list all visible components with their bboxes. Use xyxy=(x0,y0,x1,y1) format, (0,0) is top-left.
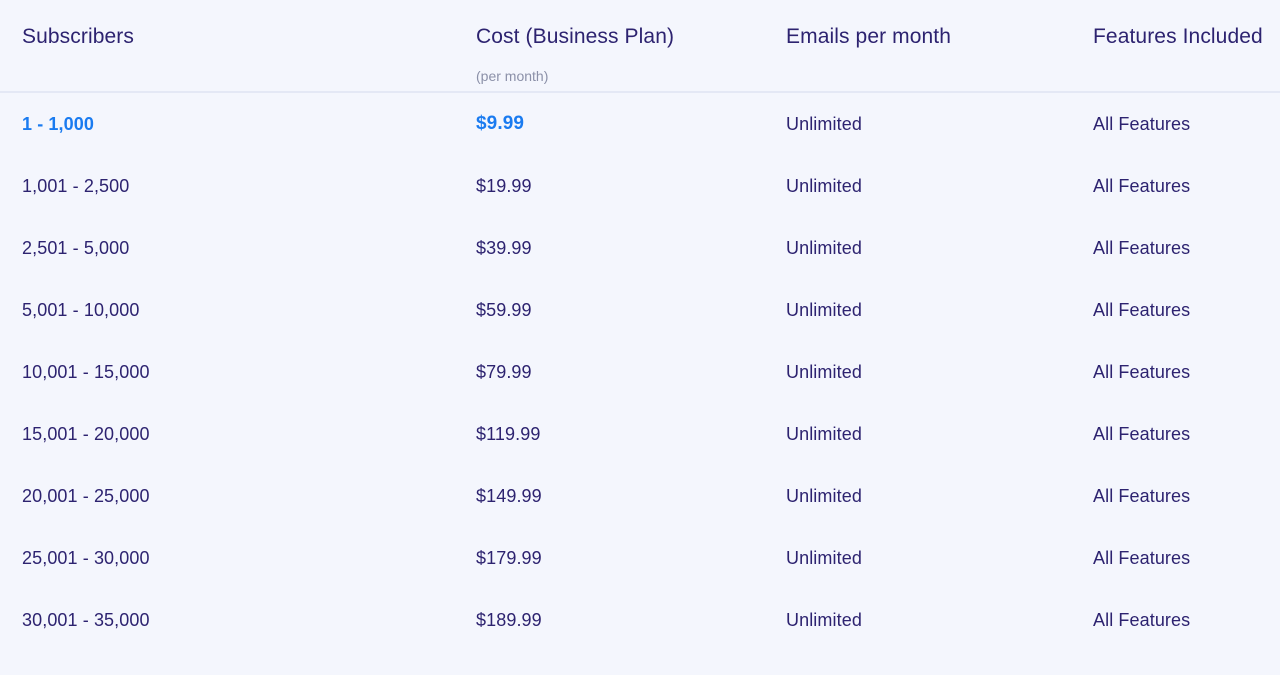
cell-subscribers: 5,001 - 10,000 xyxy=(22,300,140,320)
cell-features: All Features xyxy=(1093,610,1191,630)
cell-features: All Features xyxy=(1093,362,1191,382)
table-row[interactable]: 1 - 1,000 $9.99 Unlimited All Features xyxy=(0,93,1280,155)
cell-subscribers: 2,501 - 5,000 xyxy=(22,238,130,258)
cell-subscribers: 20,001 - 25,000 xyxy=(22,486,150,506)
cell-subscribers: 15,001 - 20,000 xyxy=(22,424,150,444)
cell-emails: Unlimited xyxy=(786,114,862,134)
cell-subscribers: 1,001 - 2,500 xyxy=(22,176,130,196)
column-header-cost-sublabel: (per month) xyxy=(476,68,549,84)
column-header-cost: Cost (Business Plan) xyxy=(476,25,675,48)
cell-features: All Features xyxy=(1093,176,1191,196)
cell-emails: Unlimited xyxy=(786,176,862,196)
cell-cost: $149.99 xyxy=(476,486,542,506)
cell-cost: $189.99 xyxy=(476,610,542,630)
table-row[interactable]: 2,501 - 5,000 $39.99 Unlimited All Features xyxy=(0,217,1280,279)
cell-emails: Unlimited xyxy=(786,610,862,630)
cell-subscribers: 30,001 - 35,000 xyxy=(22,610,150,630)
cell-cost: $19.99 xyxy=(476,176,532,196)
cell-emails: Unlimited xyxy=(786,238,862,258)
cell-features: All Features xyxy=(1093,238,1191,258)
column-header-features: Features Included xyxy=(1093,25,1263,48)
column-header-subscribers: Subscribers xyxy=(22,25,134,48)
table-row[interactable]: 10,001 - 15,000 $79.99 Unlimited All Featur… xyxy=(0,341,1280,403)
cell-features: All Features xyxy=(1093,486,1191,506)
cell-subscribers: 10,001 - 15,000 xyxy=(22,362,150,382)
cell-cost: $39.99 xyxy=(476,238,532,258)
table-row[interactable]: 15,001 - 20,000 $119.99 Unlimited All Featu… xyxy=(0,403,1280,465)
cell-emails: Unlimited xyxy=(786,300,862,320)
cell-cost: $119.99 xyxy=(476,424,541,444)
table-row[interactable]: 1,001 - 2,500 $19.99 Unlimited All Features xyxy=(0,155,1280,217)
table-row[interactable]: 20,001 - 25,000 $149.99 Unlimited All Featu… xyxy=(0,465,1280,527)
cell-subscribers: 25,001 - 30,000 xyxy=(22,548,150,568)
cell-emails: Unlimited xyxy=(786,362,862,382)
table-row[interactable]: 30,001 - 35,000 $189.99 Unlimited All Featu… xyxy=(0,589,1280,651)
column-header-emails: Emails per month xyxy=(786,25,951,48)
cell-features: All Features xyxy=(1093,424,1191,444)
table-row[interactable]: 5,001 - 10,000 $59.99 Unlimited All Feature… xyxy=(0,279,1280,341)
cell-emails: Unlimited xyxy=(786,424,862,444)
cell-emails: Unlimited xyxy=(786,486,862,506)
cell-cost: $9.99 xyxy=(476,113,525,134)
cell-features: All Features xyxy=(1093,548,1191,568)
table-body: 1 - 1,000 $9.99 Unlimited All Features 1,001… xyxy=(0,93,1280,651)
cell-subscribers: 1 - 1,000 xyxy=(22,114,94,134)
cell-cost: $179.99 xyxy=(476,548,542,568)
table-header: Subscribers Cost (Business Plan) (per mo… xyxy=(0,0,1280,93)
cell-features: All Features xyxy=(1093,300,1191,320)
cell-cost: $59.99 xyxy=(476,300,532,320)
pricing-table: Subscribers Cost (Business Plan) (per mo… xyxy=(0,0,1280,675)
cell-features: All Features xyxy=(1093,114,1191,134)
cell-emails: Unlimited xyxy=(786,548,862,568)
cell-cost: $79.99 xyxy=(476,362,532,382)
table-row[interactable]: 25,001 - 30,000 $179.99 Unlimited All Featu… xyxy=(0,527,1280,589)
